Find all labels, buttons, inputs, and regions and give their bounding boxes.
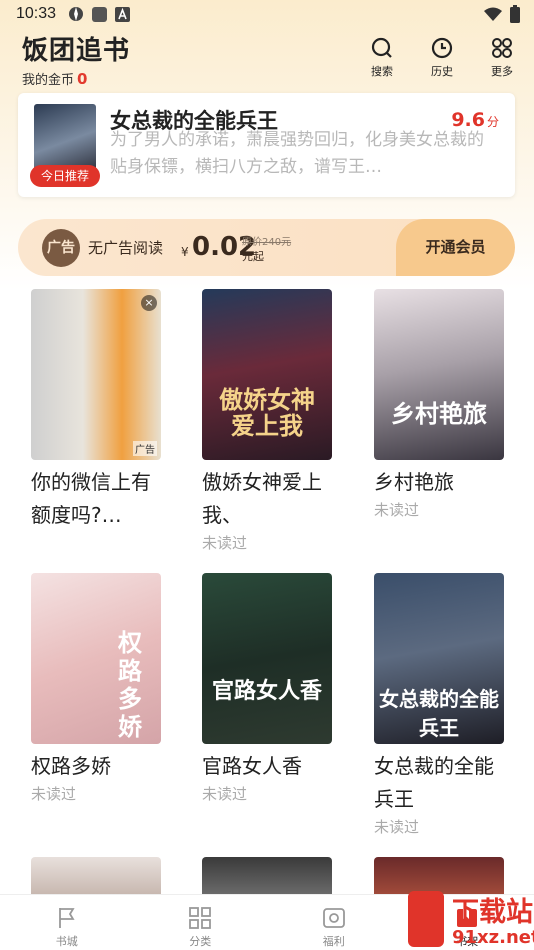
coins-display[interactable]: 我的金币 0 <box>22 69 130 88</box>
book-title: 权路多娇 <box>31 754 111 778</box>
more-label: 更多 <box>491 65 513 78</box>
original-price: 原价240元 <box>242 237 292 248</box>
clock-icon <box>431 37 453 59</box>
daily-recommendation-card[interactable]: 今日推荐 女总裁的全能兵王 9.6 分 为了男人的承诺，萧晨强势回归，化身美女总裁… <box>18 93 515 197</box>
watermark-logo <box>408 891 444 947</box>
book-item[interactable]: 女总裁的全能兵王 女总裁的全能兵王 未读过 <box>374 573 504 838</box>
book-cover: 权路多娇 <box>31 573 161 744</box>
pinwheel-icon <box>69 7 84 21</box>
book-cover: 乡村艳旅 <box>374 289 504 460</box>
search-label: 搜索 <box>371 65 393 78</box>
book-item[interactable]: 傲娇女神爱上我 傲娇女神爱上我、 未读过 <box>202 289 332 554</box>
watermark: 下载站 91xz.net <box>408 889 534 950</box>
cover-title: 权路多娇 <box>118 629 142 741</box>
price-unit: 元起 <box>242 250 264 263</box>
tab-welfare[interactable]: 福利 <box>267 895 401 950</box>
ad-book-item[interactable]: × 广告 你的微信上有额度吗?… <box>31 289 161 532</box>
search-button[interactable]: 搜索 <box>364 36 400 79</box>
tab-label: 书城 <box>55 935 78 948</box>
app-notification-icon <box>92 6 108 22</box>
watermark-domain: 91xz.net <box>452 927 534 948</box>
flag-icon <box>58 908 75 928</box>
book-title: 官路女人香 <box>202 754 302 778</box>
cover-title: 乡村艳旅 <box>391 400 487 428</box>
book-item[interactable]: 权路多娇 权路多娇 未读过 <box>31 573 161 805</box>
no-ad-label: 无广告阅读 <box>88 239 164 257</box>
book-cover: 官路女人香 <box>202 573 332 744</box>
grid-icon <box>492 38 512 58</box>
ad-label: 广告 <box>133 441 157 456</box>
tab-category[interactable]: 分类 <box>134 895 268 950</box>
book-item[interactable]: 乡村艳旅 乡村艳旅 未读过 <box>374 289 504 521</box>
book-title: 女总裁的全能兵王 <box>374 754 494 811</box>
currency-symbol: ¥ <box>181 245 189 259</box>
read-status: 未读过 <box>202 534 248 552</box>
book-cover: 傲娇女神爱上我 <box>202 289 332 460</box>
watermark-brand: 下载站 <box>452 897 533 928</box>
coins-value: 0 <box>77 70 88 88</box>
cover-title: 官路女人香 <box>211 679 322 704</box>
tab-bookstore[interactable]: 书城 <box>0 895 134 950</box>
coins-label: 我的金币 <box>22 73 75 88</box>
book-title: 乡村艳旅 <box>374 470 454 494</box>
read-status: 未读过 <box>374 501 420 519</box>
status-bar: 10:33 <box>0 0 534 28</box>
read-status: 未读过 <box>31 785 77 803</box>
app-header: 饭团追书 我的金币 0 <box>22 30 130 88</box>
ad-cover: × 广告 <box>31 289 161 460</box>
book-title: 傲娇女神爱上我、 <box>202 470 322 527</box>
book-title: 你的微信上有额度吗?… <box>31 470 151 527</box>
category-icon <box>189 907 212 929</box>
tab-label: 福利 <box>322 935 345 948</box>
daily-recommend-tag: 今日推荐 <box>30 165 100 187</box>
book-cover: 女总裁的全能兵王 <box>374 573 504 744</box>
cover-title: 傲娇女神爱上我 <box>219 386 315 440</box>
book-item[interactable]: 官路女人香 官路女人香 未读过 <box>202 573 332 805</box>
recommended-book-description: 为了男人的承诺，萧晨强势回归，化身美女总裁的贴身保镖，横扫八方之敌，谱写王… <box>110 130 484 177</box>
book-cover-partial[interactable] <box>31 857 161 894</box>
header-actions: 搜索 历史 更多 <box>364 36 520 79</box>
app-title: 饭团追书 <box>22 36 131 66</box>
wifi-icon <box>484 7 502 21</box>
cover-title: 女总裁的全能兵王 <box>379 687 499 740</box>
history-label: 历史 <box>431 65 453 78</box>
read-status: 未读过 <box>202 785 248 803</box>
vip-banner[interactable]: 广告 无广告阅读 ¥ 0.02 原价240元 元起 开通会员 <box>18 219 515 276</box>
search-icon <box>371 37 392 58</box>
status-notification-icons <box>68 6 131 22</box>
more-button[interactable]: 更多 <box>484 36 520 79</box>
book-cover-partial[interactable] <box>202 857 332 894</box>
battery-icon <box>510 5 520 23</box>
read-status: 未读过 <box>374 818 420 836</box>
gift-icon <box>322 908 345 928</box>
close-ad-icon[interactable]: × <box>141 295 157 311</box>
history-button[interactable]: 历史 <box>424 36 460 79</box>
status-time: 10:33 <box>16 5 57 22</box>
no-ad-icon: 广告 <box>42 229 80 267</box>
a-icon <box>115 6 131 22</box>
tab-label: 分类 <box>189 935 212 948</box>
open-membership-button[interactable]: 开通会员 <box>396 219 515 276</box>
